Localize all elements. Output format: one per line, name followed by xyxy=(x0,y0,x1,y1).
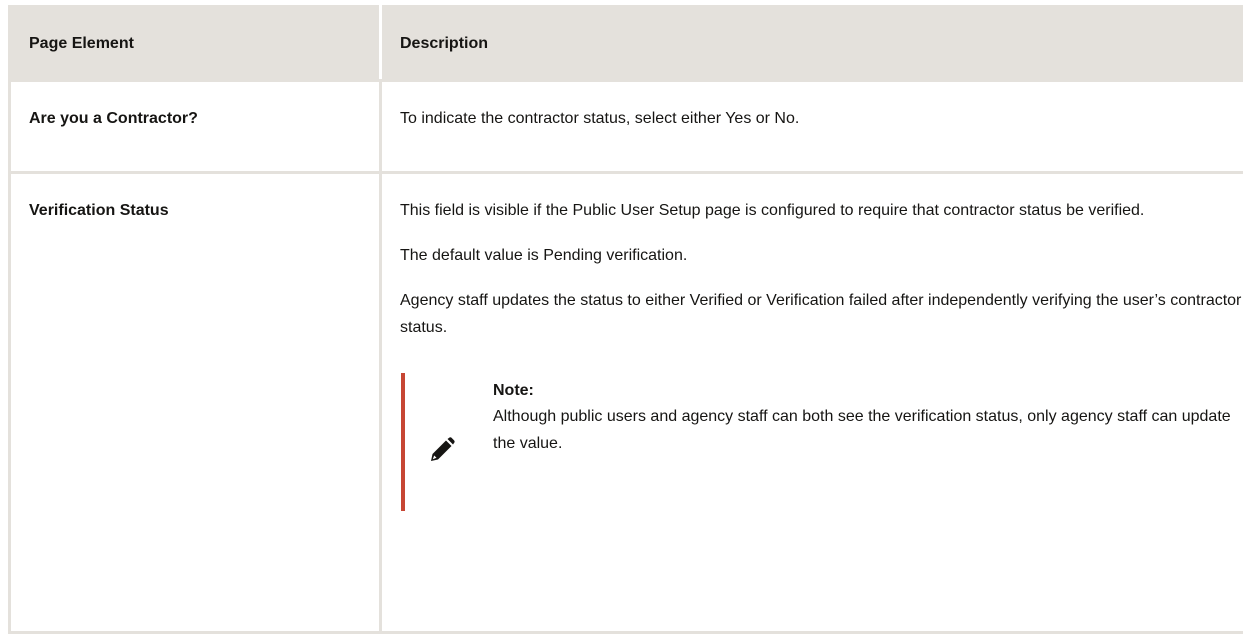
table-row: Verification Status This field is visibl… xyxy=(8,171,1243,634)
description-cell: To indicate the contractor status, selec… xyxy=(379,79,1243,174)
page-element-name: Verification Status xyxy=(8,171,382,634)
note-text: Although public users and agency staff c… xyxy=(493,408,1231,452)
description-paragraph: Agency staff updates the status to eithe… xyxy=(400,292,1242,336)
description-paragraph: This field is visible if the Public User… xyxy=(400,202,1145,219)
description-cell: This field is visible if the Public User… xyxy=(379,171,1243,634)
page-element-table: Page Element Description Are you a Contr… xyxy=(8,5,1243,634)
note-title: Note: xyxy=(493,382,534,399)
description-paragraph: To indicate the contractor status, selec… xyxy=(400,110,800,127)
column-header-page-element: Page Element xyxy=(8,5,382,82)
column-header-description: Description xyxy=(379,5,1243,82)
page-element-name: Are you a Contractor? xyxy=(8,79,382,174)
description-paragraph: The default value is Pending verificatio… xyxy=(400,247,688,264)
table-header-row: Page Element Description xyxy=(8,5,1243,82)
note-callout: Note: Although public users and agency s… xyxy=(401,373,1243,511)
pencil-icon xyxy=(429,437,455,463)
table-row: Are you a Contractor? To indicate the co… xyxy=(8,79,1243,174)
